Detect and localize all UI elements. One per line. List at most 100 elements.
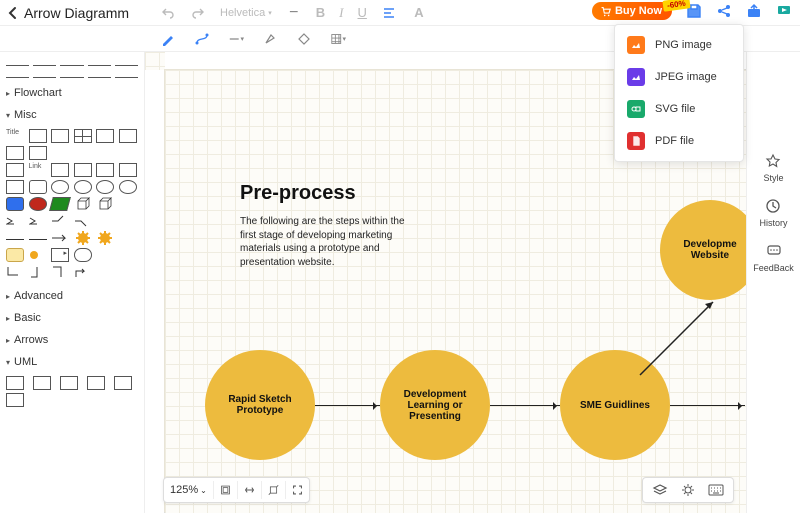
category-uml[interactable]: UML (6, 351, 138, 373)
shape-input[interactable]: ▸ (51, 248, 69, 262)
shape-uml[interactable] (87, 376, 105, 390)
shape-grid[interactable] (74, 129, 92, 143)
shape-half[interactable] (6, 163, 24, 177)
edge-arrow[interactable] (670, 405, 745, 406)
document-title[interactable]: Arrow Diagramm (24, 5, 144, 21)
arrow-preset-row[interactable] (6, 70, 138, 78)
shape-uml[interactable] (114, 376, 132, 390)
export-svg[interactable]: SVG file (615, 93, 743, 125)
gear-icon[interactable] (74, 231, 92, 245)
shape-rect[interactable] (29, 129, 47, 143)
node-rapid-sketch[interactable]: Rapid Sketch Prototype (205, 350, 315, 460)
shape-card[interactable] (96, 163, 114, 177)
shape-uml[interactable] (6, 393, 24, 407)
shape-zig[interactable] (74, 214, 92, 228)
category-advanced[interactable]: Advanced (6, 285, 138, 307)
rail-feedback[interactable]: FeedBack (753, 242, 794, 273)
shape-ellipse[interactable] (96, 180, 114, 194)
connector-tool-icon[interactable] (194, 31, 210, 47)
shape-ellipse[interactable] (119, 180, 137, 194)
fit-width-icon[interactable] (237, 481, 255, 499)
fullscreen-icon[interactable] (285, 481, 303, 499)
shape-rect[interactable] (6, 180, 24, 194)
shape-list[interactable] (96, 129, 114, 143)
share-icon[interactable] (716, 3, 732, 19)
italic-button[interactable]: I (339, 5, 343, 21)
shape-cube[interactable] (74, 197, 92, 211)
shape-green[interactable] (49, 197, 71, 211)
export-icon[interactable] (746, 3, 762, 19)
zoom-selector[interactable]: 125%⌄ (170, 484, 207, 496)
line-style-icon[interactable]: ▾ (228, 31, 244, 47)
shape-ellipse[interactable] (74, 180, 92, 194)
actual-size-icon[interactable] (261, 481, 279, 499)
undo-icon[interactable] (160, 5, 176, 21)
rail-history[interactable]: History (759, 197, 787, 228)
export-png[interactable]: PNG image (615, 29, 743, 61)
shape-elbow[interactable] (51, 265, 69, 279)
shape-ellipse[interactable] (51, 180, 69, 194)
font-selector[interactable]: Helvetica▾ (220, 7, 272, 19)
export-pdf[interactable]: PDF file (615, 125, 743, 157)
shape-red[interactable] (29, 197, 47, 211)
buy-now-button[interactable]: Buy Now -60% (592, 2, 672, 20)
shape-card[interactable] (119, 163, 137, 177)
rail-style[interactable]: Style (763, 152, 783, 183)
shape-pill[interactable] (74, 248, 92, 262)
pen-tool-icon[interactable] (160, 31, 176, 47)
fill-color-icon[interactable] (296, 31, 312, 47)
shape-line[interactable] (6, 239, 24, 240)
shape-zig[interactable] (51, 214, 69, 228)
shape-table[interactable] (6, 146, 24, 160)
gear-icon[interactable] (96, 231, 114, 245)
node-development-website[interactable]: Developme Website (660, 200, 746, 300)
shape-selected[interactable] (6, 248, 24, 262)
keyboard-icon[interactable] (707, 481, 725, 499)
font-size-minus[interactable]: − (286, 5, 302, 21)
category-arrows[interactable]: Arrows (6, 329, 138, 351)
shape-table[interactable] (29, 146, 47, 160)
shape-zig[interactable] (6, 214, 24, 228)
shape-cube[interactable] (96, 197, 114, 211)
present-icon[interactable] (776, 3, 792, 19)
shape-uml[interactable] (33, 376, 51, 390)
node-development-learning[interactable]: Development Learning or Presenting (380, 350, 490, 460)
shape-elbow[interactable] (29, 265, 47, 279)
shape-lines[interactable] (119, 129, 137, 143)
shape-blue[interactable] (6, 197, 24, 211)
brightness-icon[interactable] (679, 481, 697, 499)
align-button[interactable] (381, 5, 397, 21)
shape-uml[interactable] (60, 376, 78, 390)
layers-icon[interactable] (651, 481, 669, 499)
redo-icon[interactable] (190, 5, 206, 21)
shape-rect[interactable] (51, 129, 69, 143)
arrow-preset-row[interactable] (6, 58, 138, 66)
category-flowchart[interactable]: Flowchart (6, 82, 138, 104)
shape-card[interactable] (74, 163, 92, 177)
stroke-color-icon[interactable] (262, 31, 278, 47)
shape-elbow[interactable] (6, 265, 24, 279)
edge-arrow[interactable] (490, 405, 560, 406)
text-color-button[interactable]: A (411, 5, 427, 21)
category-basic[interactable]: Basic (6, 307, 138, 329)
shape-elbow[interactable] (74, 265, 92, 279)
shape-line[interactable] (29, 239, 47, 240)
shape-arrow[interactable] (51, 231, 69, 245)
style-icon (764, 152, 782, 170)
shape-roundrect[interactable] (29, 180, 47, 194)
edge-arrow-diagonal[interactable] (635, 290, 725, 380)
diagram-description[interactable]: The following are the steps within the f… (240, 215, 410, 269)
edge-arrow[interactable] (315, 405, 380, 406)
diagram-heading[interactable]: Pre-process (240, 182, 356, 205)
table-tool-icon[interactable]: ▾ (330, 31, 346, 47)
underline-button[interactable]: U (358, 5, 367, 20)
fit-page-icon[interactable] (213, 481, 231, 499)
category-misc[interactable]: Misc (6, 104, 138, 126)
bold-button[interactable]: B (316, 5, 325, 20)
shape-zig[interactable] (29, 214, 47, 228)
shape-card[interactable] (51, 163, 69, 177)
shape-button[interactable] (29, 248, 47, 262)
export-jpeg[interactable]: JPEG image (615, 61, 743, 93)
shape-uml[interactable] (6, 376, 24, 390)
back-button[interactable] (6, 6, 18, 20)
